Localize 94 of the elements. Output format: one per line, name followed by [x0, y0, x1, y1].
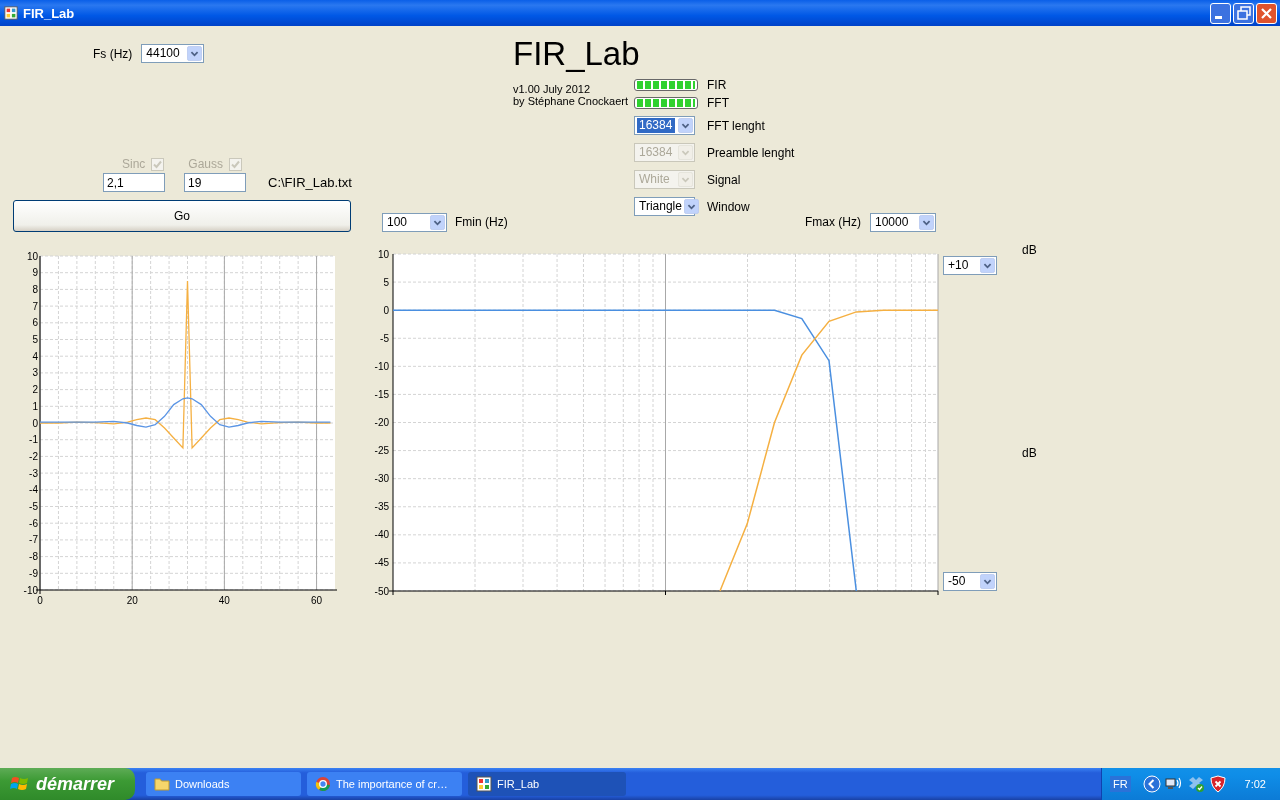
app-icon [476, 776, 492, 792]
tick-label: 20 [126, 595, 138, 606]
language-indicator[interactable]: FR [1109, 776, 1131, 792]
fmax-dropdown[interactable]: 10000 [870, 212, 936, 232]
status-label: FFT lenght [707, 118, 765, 133]
tick-label: -10 [374, 360, 389, 372]
sample-rate-dropdown[interactable]: 44100 [141, 44, 205, 63]
browser-icon [315, 776, 331, 792]
tick-label: 60 [311, 595, 323, 606]
db-label: dB [1022, 446, 1037, 460]
tick-label: 4 [32, 350, 38, 362]
start-button[interactable]: démarrer [0, 768, 135, 800]
caret-icon [980, 258, 995, 273]
tick-label: -15 [374, 388, 389, 400]
progress-bar [634, 79, 698, 91]
minimize-button[interactable] [1210, 2, 1231, 24]
tick-label: 7 [32, 300, 38, 312]
caret-icon [980, 574, 995, 589]
caret-icon [678, 172, 693, 187]
tick-label: -2 [29, 450, 38, 462]
tick-label: 5 [32, 334, 38, 345]
close-button[interactable] [1256, 2, 1277, 24]
tick-label: 3 [32, 367, 38, 379]
checkbox-label: Gauss [188, 157, 224, 171]
tick-label: 9 [32, 267, 38, 279]
app-title: FIR_Lab [513, 36, 641, 72]
tick-label: -5 [380, 332, 389, 344]
status-label: FIR [707, 78, 727, 92]
tick-label: -25 [374, 445, 389, 457]
taskbar-button[interactable]: FIR_Lab [468, 772, 626, 796]
tick-label: 0 [37, 595, 43, 606]
status-label: Preamble lenght [707, 145, 795, 160]
tick-label: -50 [374, 585, 389, 597]
text-field[interactable]: 19 [184, 173, 246, 192]
restore-icon [1236, 6, 1251, 20]
tick-label: 1 [32, 400, 38, 412]
fmax-label: Fmax (Hz) [805, 215, 861, 229]
tick-label: 10 [377, 248, 389, 260]
clock: 7:02 [1244, 778, 1266, 790]
tick-label: -9 [29, 567, 38, 579]
status-label: FFT [707, 96, 729, 110]
close-icon [1261, 7, 1272, 19]
tick-label: 2 [32, 384, 38, 396]
go-button[interactable]: Go [13, 200, 351, 232]
fmin-dropdown[interactable]: 100 [382, 212, 447, 232]
caret-icon [430, 214, 445, 230]
sample-rate-label: Fs (Hz) [93, 46, 133, 61]
file-path: C:\FIR_Lab.txt [268, 175, 352, 190]
app-icon [4, 6, 18, 20]
progress-bar [634, 97, 698, 109]
caret-icon [678, 145, 693, 160]
db-max-dropdown[interactable]: +10 [943, 256, 997, 275]
window-title: FIR_Lab [23, 5, 75, 21]
shield-icon[interactable] [1208, 775, 1227, 793]
tick-label: -8 [29, 551, 38, 563]
tick-label: 10 [26, 250, 38, 262]
status-label: Window [707, 199, 750, 214]
tick-label: -3 [29, 467, 38, 479]
db-min-dropdown[interactable]: -50 [943, 572, 997, 591]
tick-label: 0 [383, 304, 389, 316]
tick-label: -45 [374, 557, 389, 569]
tick-label: 5 [383, 276, 389, 288]
tick-label: -20 [374, 417, 389, 428]
dropdown[interactable]: 16384 [634, 116, 695, 135]
tick-label: -30 [374, 473, 389, 485]
taskbar-button[interactable]: The importance of cr… [307, 772, 462, 796]
restore-button[interactable] [1233, 2, 1254, 24]
status-label: Signal [707, 172, 741, 187]
tick-label: -40 [374, 529, 389, 541]
tick-label: 0 [32, 417, 38, 429]
text-field[interactable]: 2,1 [103, 173, 165, 192]
tick-label: -10 [23, 584, 38, 596]
caret-icon [683, 199, 699, 214]
folder-icon [154, 776, 170, 792]
caret-icon [678, 118, 693, 133]
tick-label: -35 [374, 501, 389, 513]
chevron-icon[interactable] [1142, 775, 1161, 793]
tick-label: -4 [29, 484, 38, 496]
version-text: v1.00 July 2012 [513, 83, 592, 95]
tick-label: 6 [32, 317, 38, 329]
taskbar-button[interactable]: Downloads [146, 772, 301, 796]
db-label: dB [1022, 243, 1037, 257]
tick-label: -5 [29, 501, 38, 512]
caret-icon [187, 46, 203, 61]
tick-label: 40 [218, 595, 230, 606]
tick-label: -1 [29, 434, 38, 446]
tick-label: 8 [32, 283, 38, 295]
tick-label: -6 [29, 517, 38, 529]
checkbox-label: Sinc [122, 157, 146, 171]
tick-label: -7 [29, 534, 38, 546]
author-text: by Stéphane Cnockaert [513, 95, 629, 107]
caret-icon [919, 214, 934, 230]
minimize-icon [1215, 15, 1222, 19]
fmin-label: Fmin (Hz) [455, 215, 508, 229]
